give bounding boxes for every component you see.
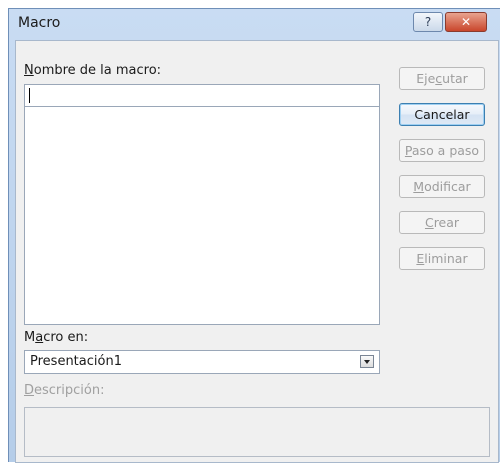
macro-in-select[interactable]: Presentación1 bbox=[24, 350, 380, 374]
run-button[interactable]: Ejecutar bbox=[399, 67, 485, 90]
cancel-button[interactable]: Cancelar bbox=[399, 103, 485, 126]
macro-in-value: Presentación1 bbox=[30, 354, 122, 369]
dialog-body: Nombre de la macro: Macro en: Presentaci… bbox=[15, 40, 499, 463]
close-button[interactable]: ✕ bbox=[445, 12, 487, 32]
macro-in-label: Macro en: bbox=[24, 330, 89, 345]
access-key: D bbox=[24, 383, 35, 398]
delete-button[interactable]: Eliminar bbox=[399, 247, 485, 270]
chevron-down-icon[interactable] bbox=[360, 355, 374, 368]
step-into-button[interactable]: Paso a paso bbox=[399, 139, 485, 162]
create-button[interactable]: Crear bbox=[399, 211, 485, 234]
access-key: N bbox=[24, 63, 34, 78]
macro-dialog: Macro ? ✕ Nombre de la macro: Macro en: … bbox=[8, 8, 500, 463]
description-box bbox=[24, 407, 490, 457]
help-button[interactable]: ? bbox=[413, 12, 443, 32]
macro-name-label: Nombre de la macro: bbox=[24, 63, 162, 78]
access-key: a bbox=[35, 330, 44, 345]
text-caret bbox=[29, 88, 30, 103]
edit-button[interactable]: Modificar bbox=[399, 175, 485, 198]
window-title: Macro bbox=[18, 15, 61, 31]
title-bar[interactable]: Macro ? ✕ bbox=[9, 9, 500, 39]
description-label: Descripción: bbox=[24, 383, 105, 398]
macro-list[interactable] bbox=[24, 107, 380, 325]
macro-name-input[interactable] bbox=[24, 84, 380, 107]
